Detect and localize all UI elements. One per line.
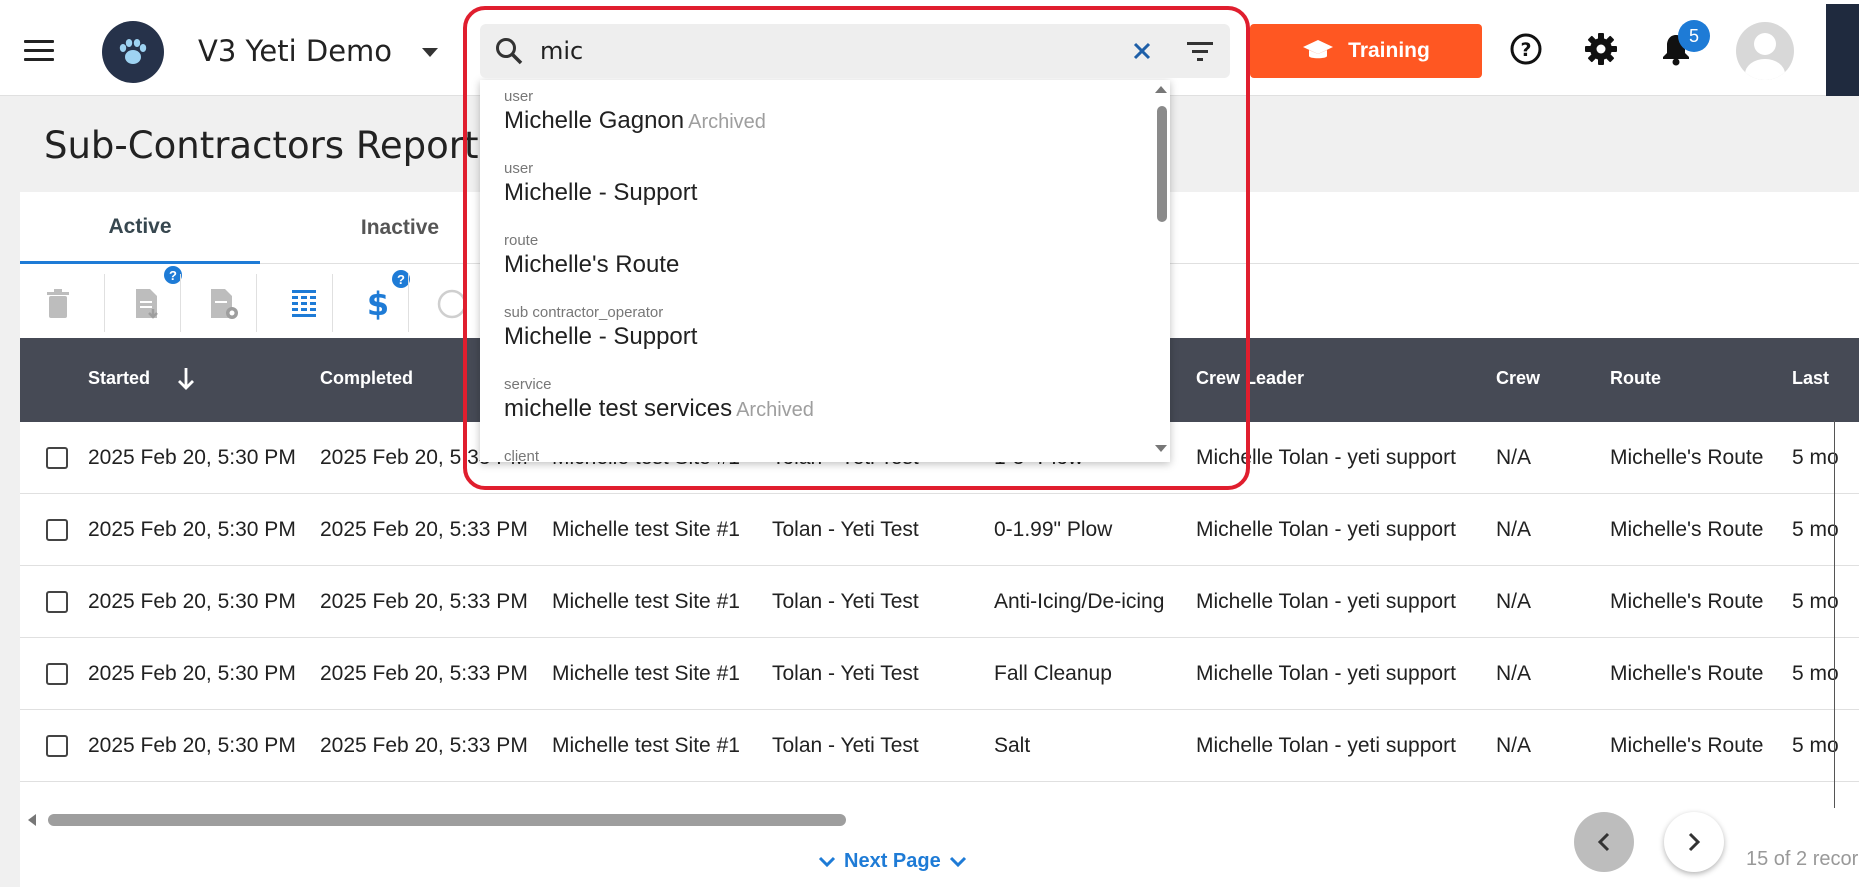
column-last[interactable]: Last bbox=[1792, 368, 1829, 389]
columns-icon[interactable] bbox=[282, 282, 326, 326]
notification-badge: 5 bbox=[1678, 20, 1710, 52]
sort-down-icon[interactable] bbox=[176, 366, 196, 392]
next-page-label: Next Page bbox=[844, 850, 941, 872]
cell-completed: 2025 Feb 20, 5:33 PM bbox=[320, 518, 528, 541]
chevron-down-icon bbox=[949, 856, 966, 867]
cell-last: 5 mo bbox=[1792, 590, 1839, 613]
row-checkbox[interactable] bbox=[46, 447, 68, 469]
cell-started: 2025 Feb 20, 5:30 PM bbox=[88, 518, 296, 541]
cell-started: 2025 Feb 20, 5:30 PM bbox=[88, 734, 296, 757]
cell-service: 0-1.99" Plow bbox=[994, 518, 1113, 541]
chevron-down-icon bbox=[818, 856, 836, 867]
file-settings-icon[interactable] bbox=[202, 282, 246, 326]
highlight-annotation bbox=[463, 6, 1250, 490]
app-title[interactable]: V3 Yeti Demo bbox=[198, 34, 392, 68]
row-checkbox[interactable] bbox=[46, 591, 68, 613]
menu-icon[interactable] bbox=[24, 40, 54, 62]
cell-contractor: Tolan - Yeti Test bbox=[772, 518, 919, 541]
svg-text:$: $ bbox=[367, 287, 389, 321]
cell-crew-leader: Michelle Tolan - yeti support bbox=[1196, 734, 1456, 757]
user-avatar-icon[interactable] bbox=[1736, 22, 1794, 80]
tab-active[interactable]: Active bbox=[20, 192, 260, 264]
column-route[interactable]: Route bbox=[1610, 368, 1661, 389]
row-checkbox[interactable] bbox=[46, 519, 68, 541]
row-checkbox[interactable] bbox=[46, 663, 68, 685]
cell-route: Michelle's Route bbox=[1610, 518, 1764, 541]
side-panel-edge bbox=[1826, 4, 1859, 96]
cell-completed: 2025 Feb 20, 5:33 PM bbox=[320, 734, 528, 757]
cell-service: Salt bbox=[994, 734, 1031, 757]
cell-route: Michelle's Route bbox=[1610, 446, 1764, 469]
page-title: Sub-Contractors Report bbox=[44, 124, 479, 167]
horizontal-scrollbar[interactable] bbox=[20, 808, 1840, 830]
table-row[interactable]: 2025 Feb 20, 5:30 PM 2025 Feb 20, 5:33 P… bbox=[20, 494, 1859, 566]
scroll-left-icon[interactable] bbox=[28, 814, 36, 826]
cell-route: Michelle's Route bbox=[1610, 734, 1764, 757]
table-row[interactable]: 2025 Feb 20, 5:30 PM 2025 Feb 20, 5:33 P… bbox=[20, 566, 1859, 638]
cell-contractor: Tolan - Yeti Test bbox=[772, 662, 919, 685]
table-row[interactable]: 2025 Feb 20, 5:30 PM 2025 Feb 20, 5:33 P… bbox=[20, 710, 1859, 782]
help-icon[interactable]: ? bbox=[1507, 30, 1545, 68]
cell-crew-leader: Michelle Tolan - yeti support bbox=[1196, 590, 1456, 613]
cell-last: 5 mo bbox=[1792, 518, 1839, 541]
cell-service: Anti-Icing/De-icing bbox=[994, 590, 1165, 613]
cell-crew: N/A bbox=[1496, 734, 1532, 757]
cell-completed: 2025 Feb 20, 5:33 PM bbox=[320, 590, 528, 613]
cell-site: Michelle test Site #1 bbox=[552, 518, 740, 541]
column-started[interactable]: Started bbox=[88, 368, 150, 389]
trash-icon[interactable] bbox=[36, 282, 80, 326]
table-row[interactable]: 2025 Feb 20, 5:30 PM 2025 Feb 20, 5:33 P… bbox=[20, 638, 1859, 710]
prev-page-button[interactable] bbox=[1574, 812, 1634, 872]
next-page-link[interactable]: Next Page bbox=[818, 850, 967, 873]
cell-crew: N/A bbox=[1496, 518, 1532, 541]
cell-site: Michelle test Site #1 bbox=[552, 734, 740, 757]
cell-last: 5 mo bbox=[1792, 662, 1839, 685]
training-label: Training bbox=[1348, 39, 1430, 62]
table-edge bbox=[1834, 420, 1835, 808]
cell-route: Michelle's Route bbox=[1610, 662, 1764, 685]
cell-completed: 2025 Feb 20, 5:33 PM bbox=[320, 662, 528, 685]
training-button[interactable]: Training bbox=[1250, 24, 1482, 78]
cell-crew: N/A bbox=[1496, 446, 1532, 469]
cell-last: 5 mo bbox=[1792, 446, 1839, 469]
cell-contractor: Tolan - Yeti Test bbox=[772, 734, 919, 757]
cell-crew-leader: Michelle Tolan - yeti support bbox=[1196, 518, 1456, 541]
export-file-icon[interactable] bbox=[126, 282, 170, 326]
svg-text:?: ? bbox=[1520, 39, 1531, 61]
dollar-icon[interactable]: $ bbox=[356, 282, 400, 326]
chevron-left-icon bbox=[1597, 832, 1610, 852]
cell-crew: N/A bbox=[1496, 662, 1532, 685]
cell-started: 2025 Feb 20, 5:30 PM bbox=[88, 662, 296, 685]
cell-started: 2025 Feb 20, 5:30 PM bbox=[88, 590, 296, 613]
column-crew[interactable]: Crew bbox=[1496, 368, 1540, 389]
column-completed[interactable]: Completed bbox=[320, 368, 413, 389]
cell-site: Michelle test Site #1 bbox=[552, 662, 740, 685]
pagination-info: 15 of 2 records bbox=[1746, 848, 1859, 870]
cell-crew-leader: Michelle Tolan - yeti support bbox=[1196, 662, 1456, 685]
cell-site: Michelle test Site #1 bbox=[552, 590, 740, 613]
cell-route: Michelle's Route bbox=[1610, 590, 1764, 613]
scrollbar-thumb[interactable] bbox=[48, 814, 846, 826]
chevron-down-icon[interactable] bbox=[422, 48, 438, 57]
paw-icon[interactable] bbox=[102, 21, 164, 83]
cell-service: Fall Cleanup bbox=[994, 662, 1112, 685]
graduation-cap-icon bbox=[1303, 40, 1334, 59]
next-page-button[interactable] bbox=[1664, 812, 1724, 872]
row-checkbox[interactable] bbox=[46, 735, 68, 757]
chevron-right-icon bbox=[1688, 832, 1701, 852]
gear-icon[interactable] bbox=[1582, 30, 1620, 68]
cell-crew: N/A bbox=[1496, 590, 1532, 613]
cell-last: 5 mo bbox=[1792, 734, 1839, 757]
cell-started: 2025 Feb 20, 5:30 PM bbox=[88, 446, 296, 469]
cell-contractor: Tolan - Yeti Test bbox=[772, 590, 919, 613]
